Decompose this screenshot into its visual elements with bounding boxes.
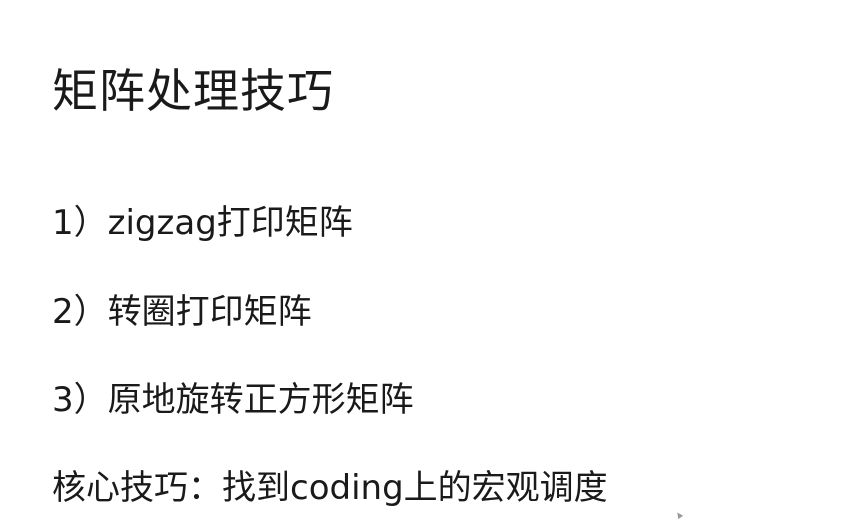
list-item: 3）原地旋转正方形矩阵 <box>52 378 414 422</box>
list-item-text: 原地旋转正方形矩阵 <box>107 380 414 420</box>
list-item-number: 2） <box>52 292 108 332</box>
list-item-number: 1） <box>52 203 108 243</box>
list-item: 1）zigzag打印矩阵 <box>52 201 353 245</box>
list-item-number: 3） <box>52 380 108 420</box>
list-item-text: 转圈打印矩阵 <box>107 292 312 332</box>
core-tip-text: 核心技巧：找到coding上的宏观调度 <box>52 468 608 508</box>
cursor-icon <box>674 510 684 520</box>
slide: 矩阵处理技巧 1）zigzag打印矩阵 2）转圈打印矩阵 3）原地旋转正方形矩阵… <box>0 0 862 521</box>
list-item-text: zigzag打印矩阵 <box>107 203 353 243</box>
slide-title: 矩阵处理技巧 <box>52 64 334 118</box>
list-item: 2）转圈打印矩阵 <box>52 290 312 334</box>
